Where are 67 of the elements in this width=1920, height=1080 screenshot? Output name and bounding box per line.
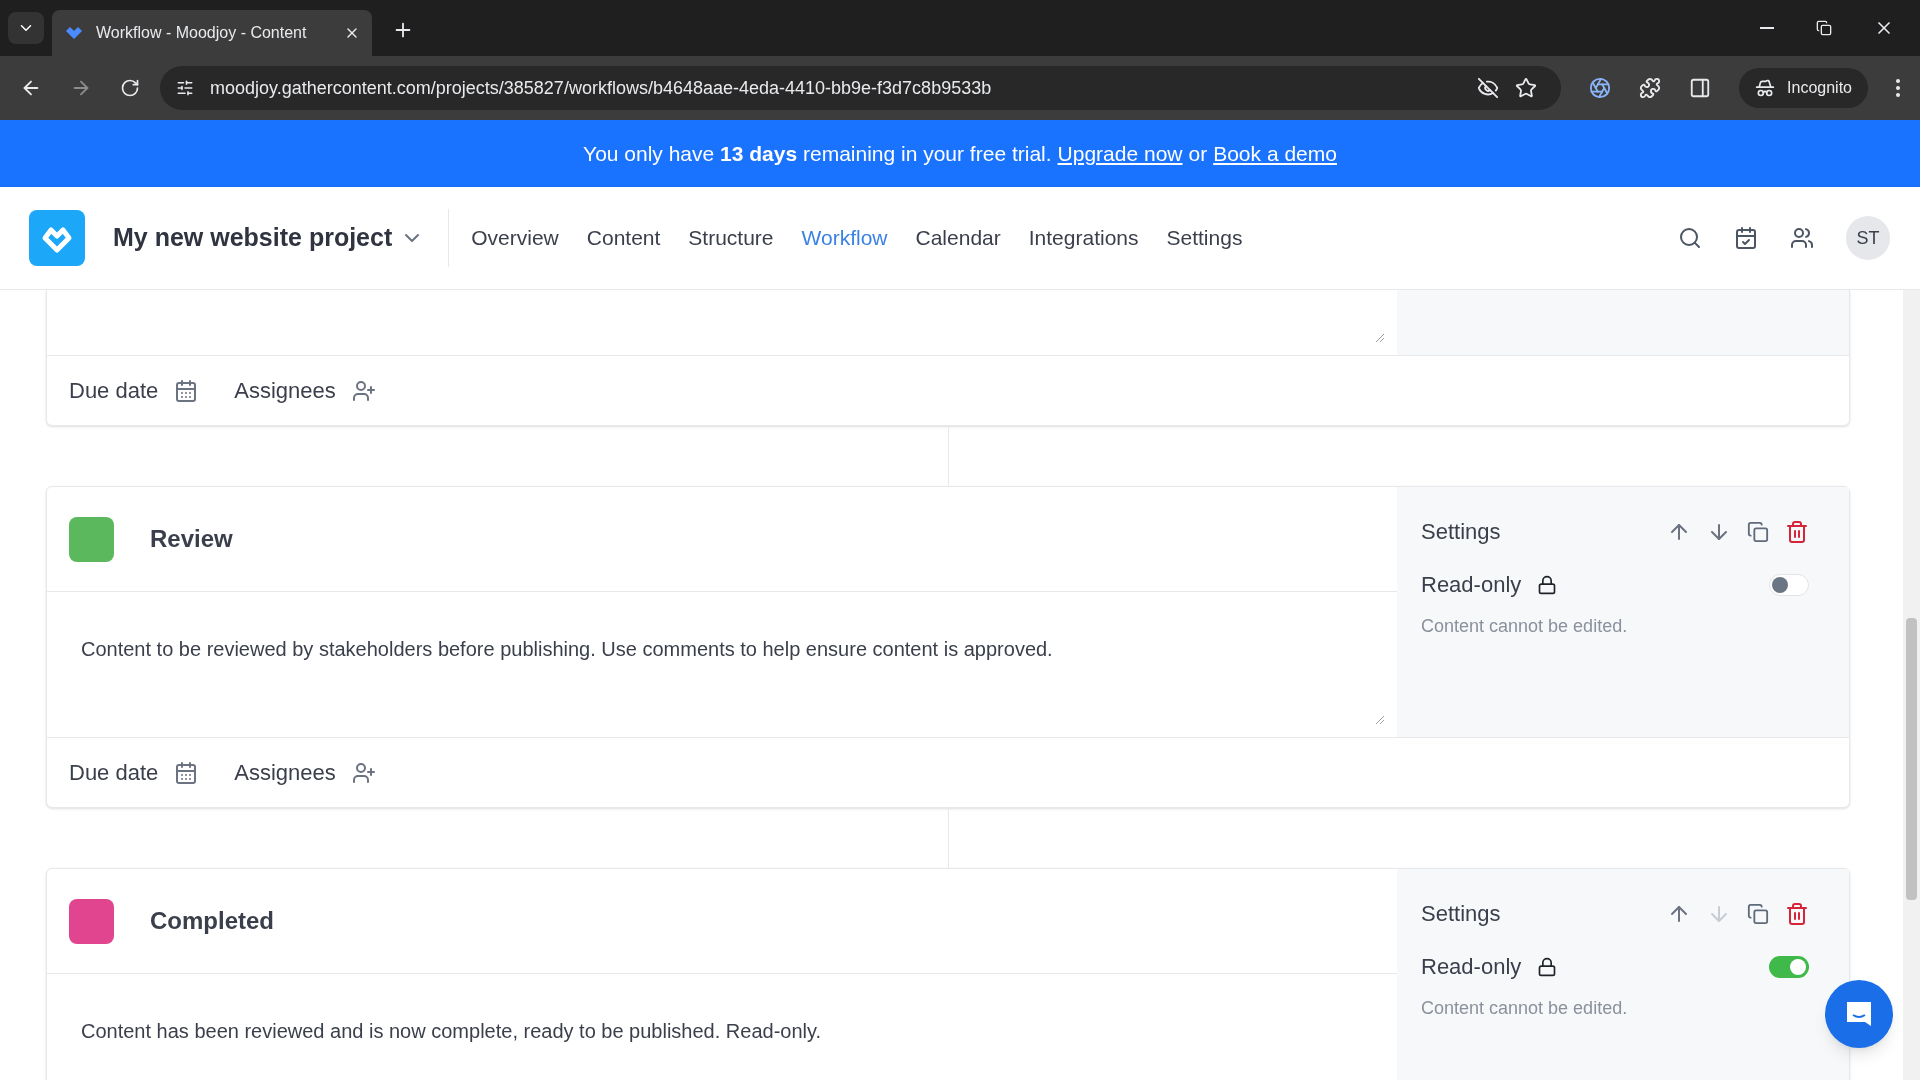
nav-link[interactable]: Overview [471,222,559,254]
resize-grip-icon[interactable] [1375,715,1385,725]
add-user-icon [351,378,376,403]
tab-favicon-icon [64,25,84,41]
trash-icon [1785,519,1809,544]
team-icon [1790,226,1814,250]
trash-icon [1785,901,1809,926]
user-avatar[interactable]: ST [1846,216,1890,260]
read-only-hint: Content cannot be edited. [1421,615,1629,638]
incognito-icon [1755,78,1776,98]
lock-icon [1537,574,1558,595]
banner-or-text: or [1188,140,1208,167]
settings-title: Settings [1421,518,1502,546]
read-only-label: Read-only [1421,953,1522,981]
url-text: moodjoy.gathercontent.com/projects/385827/workflows/b4648aae-4eda-4410-bb9e-f3d7c8b9533b [210,76,993,100]
nav-link[interactable]: Workflow [801,222,888,254]
trial-message: You only have 13 days remaining in your free trial. [583,140,1052,167]
address-bar[interactable]: moodjoy.gathercontent.com/projects/385827/workflows/b4648aae-4eda-4410-bb9e-f3d7c8b9533b [160,66,1562,110]
extensions-icon [1639,77,1662,99]
tab-search-button[interactable] [8,12,44,44]
lock-icon [1537,956,1558,977]
bookmark-star-icon [1515,77,1538,99]
browser-menu-icon [1896,79,1900,97]
nav-link[interactable]: Integrations [1028,222,1139,254]
stage-name[interactable]: Review [150,521,233,557]
read-only-toggle[interactable] [1769,955,1809,978]
nav-link[interactable]: Settings [1166,222,1243,254]
site-info-icon [176,79,194,97]
settings-title: Settings [1421,900,1502,928]
scrollbar[interactable] [1903,290,1920,1080]
read-only-label: Read-only [1421,571,1522,599]
stage-color-swatch[interactable] [69,898,114,944]
calendar-icon [174,760,199,785]
description-field[interactable]: Content to be reviewed by stakeholders before publishing. Use comments to help ensure content is approved. [47,592,1397,737]
tasks-icon [1734,226,1758,250]
search-icon [1678,226,1702,250]
resize-grip-icon[interactable] [1375,333,1385,343]
nav-link[interactable]: Calendar [915,222,1001,254]
minimize-icon [1760,27,1774,29]
side-panel-icon [1689,77,1712,99]
read-only-toggle[interactable] [1769,573,1809,596]
browser-tab[interactable]: Workflow - Moodjoy - Content [52,10,372,56]
copy-icon [1747,520,1769,543]
nav-link[interactable]: Content [586,222,661,254]
add-user-icon [351,760,376,785]
reload-icon [120,78,140,98]
restore-icon [1816,20,1832,36]
incognito-badge[interactable]: Incognito [1739,68,1868,108]
nav-link[interactable]: Structure [688,222,774,254]
book-demo-link[interactable]: Book a demo [1213,137,1337,170]
project-selector[interactable]: My new website project [113,219,425,257]
tab-title: Workflow - Moodjoy - Content [96,23,308,43]
read-only-hint: Content cannot be edited. [1421,997,1629,1020]
assignees-button[interactable]: Assignees [234,374,376,407]
app-logo-icon [29,210,85,266]
assignees-button[interactable]: Assignees [234,756,376,789]
copy-icon [1747,902,1769,925]
stage-name[interactable]: Completed [150,903,274,939]
due-date-button[interactable]: Due date [69,756,199,789]
stage-color-swatch[interactable] [69,516,114,562]
eye-off-icon [1477,77,1500,99]
upgrade-link[interactable]: Upgrade now [1057,137,1183,170]
description-field[interactable]: Content has been reviewed and is now complete, ready to be published. Read-only. [47,974,1397,1080]
due-date-button[interactable]: Due date [69,374,199,407]
calendar-icon [174,378,199,403]
chat-icon [1844,999,1874,1029]
extension-icon [1589,77,1612,99]
